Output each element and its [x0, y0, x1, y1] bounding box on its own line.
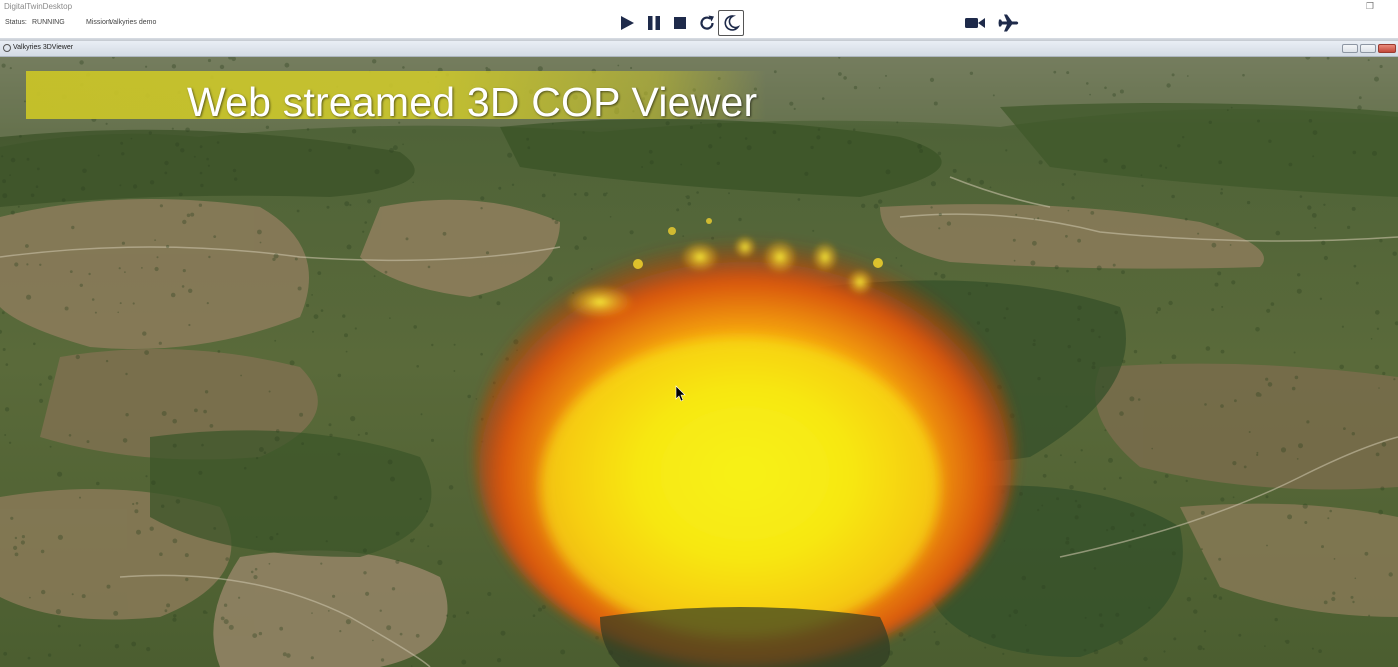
status-label: Status:: [5, 19, 27, 26]
terrain-map: [0, 57, 1398, 667]
viewer-maximize-button[interactable]: [1360, 44, 1376, 53]
pause-button[interactable]: [641, 10, 667, 36]
title-banner: Web streamed 3D COP Viewer: [26, 71, 766, 125]
status-value: RUNNING: [32, 19, 65, 26]
viewer-titlebar: Valkyries 3DViewer: [0, 41, 1398, 57]
banner-title: Web streamed 3D COP Viewer: [187, 79, 758, 125]
play-button[interactable]: [614, 10, 640, 36]
play-icon: [621, 16, 634, 30]
stop-button[interactable]: [667, 10, 693, 36]
airplane-icon: [998, 14, 1019, 32]
video-camera-icon: [965, 18, 985, 28]
viewer-close-button[interactable]: [1378, 44, 1396, 53]
3d-viewport[interactable]: Web streamed 3D COP Viewer: [0, 57, 1398, 667]
night-mode-toggle[interactable]: [718, 10, 744, 36]
viewer-minimize-button[interactable]: [1342, 44, 1358, 53]
camera-button[interactable]: [962, 10, 988, 36]
reload-icon: [700, 15, 714, 30]
aircraft-button[interactable]: [996, 10, 1022, 36]
window-restore-button[interactable]: ❐: [1366, 1, 1374, 12]
mission-label: Mission:: [86, 19, 112, 26]
pause-icon: [648, 16, 660, 30]
moon-icon: [724, 15, 740, 31]
mission-value: Valkyries demo: [109, 19, 157, 26]
reload-button[interactable]: [694, 10, 720, 36]
viewer-window-title: Valkyries 3DViewer: [13, 44, 74, 51]
stop-icon: [674, 17, 686, 29]
app-window-title: DigitalTwinDesktop: [4, 2, 73, 11]
viewer-app-icon: [3, 44, 11, 52]
